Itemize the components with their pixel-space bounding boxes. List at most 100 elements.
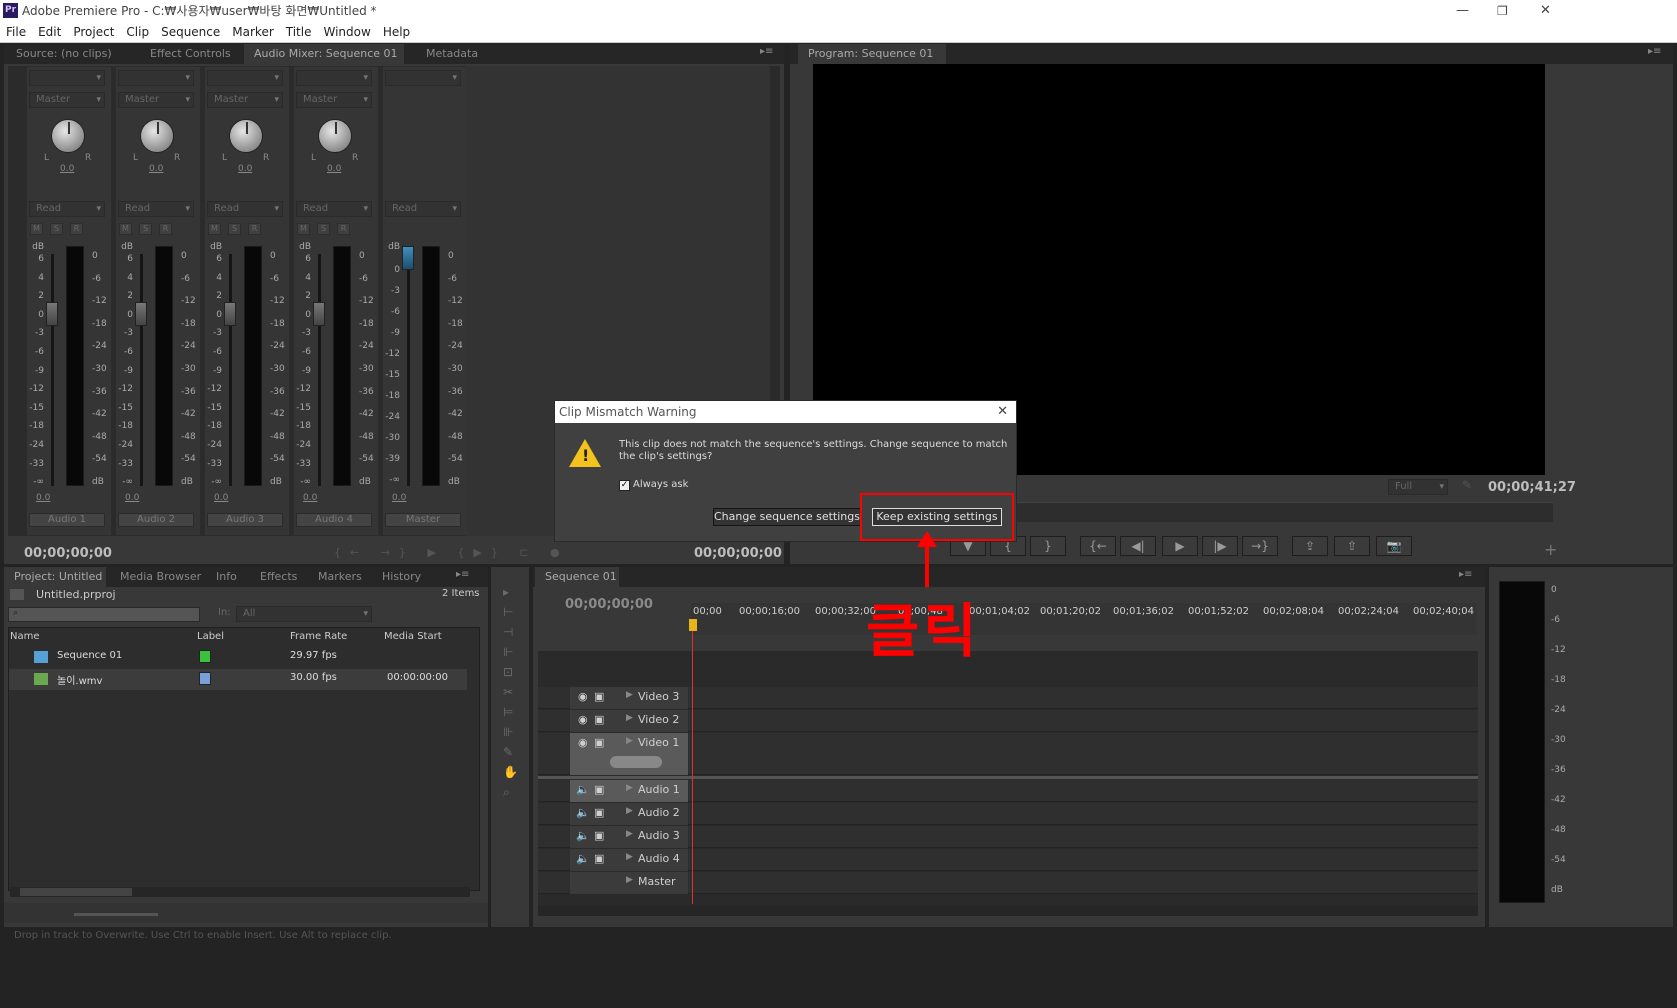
speaker-icon[interactable]: 🔈 (576, 806, 590, 819)
menu-help[interactable]: Help (383, 25, 410, 39)
volume-fader-handle[interactable] (224, 302, 236, 326)
tab-media-browser[interactable]: Media Browser (110, 567, 211, 587)
mute-button[interactable]: M (119, 223, 132, 235)
add-button-icon[interactable]: + (1544, 540, 1557, 559)
film-icon[interactable]: ▣ (594, 736, 604, 749)
eye-icon[interactable]: ◉ (578, 690, 588, 703)
menu-file[interactable]: File (6, 25, 26, 39)
tab-info[interactable]: Info (206, 567, 247, 587)
rate-stretch-tool-icon[interactable]: ⊡ (503, 665, 513, 679)
column-header-media-start[interactable]: Media Start (384, 631, 442, 642)
expand-track-icon[interactable]: ▶ (626, 806, 633, 816)
minimize-icon[interactable]: — (1456, 0, 1469, 22)
tab-program[interactable]: Program: Sequence 01 (798, 44, 946, 64)
automation-select[interactable]: Read (207, 201, 283, 217)
film-icon[interactable]: ▣ (594, 806, 604, 819)
speaker-icon[interactable]: 🔈 (576, 852, 590, 865)
tab-effects[interactable]: Effects (250, 567, 307, 587)
label-color-swatch[interactable] (199, 672, 211, 685)
pan-knob[interactable] (51, 119, 85, 153)
film-icon[interactable]: ▣ (594, 829, 604, 842)
mixer-transport-controls[interactable]: {← →} ▶ {▶} ⊏ ● (334, 546, 569, 559)
close-icon[interactable]: ✕ (1540, 0, 1551, 22)
pan-knob[interactable] (140, 119, 174, 153)
track-select-tool-icon[interactable]: ⊢ (503, 605, 513, 619)
always-ask-checkbox[interactable]: ✓ (619, 480, 630, 491)
expand-track-icon[interactable]: ▶ (626, 736, 633, 746)
send-select[interactable]: Master (118, 92, 194, 108)
program-zoom-select[interactable]: Full (1388, 479, 1448, 495)
pen-tool-icon[interactable]: ✎ (503, 745, 513, 759)
solo-button[interactable]: S (228, 223, 241, 235)
pan-knob[interactable] (318, 119, 352, 153)
panel-menu-icon[interactable]: ▸≡ (456, 569, 469, 580)
extract-button[interactable]: ⇧ (1334, 536, 1370, 556)
dialog-close-icon[interactable]: ✕ (997, 401, 1008, 423)
menu-project[interactable]: Project (73, 25, 114, 39)
panel-menu-icon[interactable]: ▸≡ (1459, 569, 1472, 580)
mute-button[interactable]: M (30, 223, 43, 235)
track-input-select[interactable] (29, 70, 105, 86)
track-input-select[interactable] (207, 70, 283, 86)
pan-knob[interactable] (229, 119, 263, 153)
column-header-frame-rate[interactable]: Frame Rate (290, 631, 347, 642)
go-to-out-button[interactable]: →} (1242, 536, 1278, 556)
volume-value[interactable]: 0.0 (392, 493, 406, 503)
mute-button[interactable]: M (208, 223, 221, 235)
pan-value[interactable]: 0.0 (327, 164, 341, 174)
panel-menu-icon[interactable]: ▸≡ (1648, 46, 1661, 57)
solo-button[interactable]: S (317, 223, 330, 235)
video-track-row[interactable]: ◉ ▣ ▶ Video 3 (538, 687, 1478, 709)
automation-select[interactable]: Read (118, 201, 194, 217)
zoom-tool-icon[interactable]: ⌕ (503, 785, 510, 800)
change-sequence-settings-button[interactable]: Change sequence settings (713, 508, 861, 526)
volume-value[interactable]: 0.0 (125, 493, 139, 503)
video-track-row[interactable]: ◉ ▣ ▶ Video 2 (538, 710, 1478, 732)
audio-track-row[interactable]: 🔈 ▣ ▶ Audio 1 (538, 780, 1478, 802)
audio-track-row[interactable]: 🔈 ▣ ▶ Audio 3 (538, 826, 1478, 848)
volume-fader-handle[interactable] (46, 302, 58, 326)
pan-value[interactable]: 0.0 (60, 164, 74, 174)
video-audio-divider[interactable] (538, 776, 1478, 779)
in-filter-select[interactable]: All (236, 606, 372, 622)
send-select[interactable]: Master (207, 92, 283, 108)
solo-button[interactable]: S (50, 223, 63, 235)
volume-fader-handle[interactable] (402, 246, 414, 270)
tab-history[interactable]: History (372, 567, 431, 587)
selection-tool-icon[interactable]: ▸ (503, 585, 509, 599)
menu-window[interactable]: Window (323, 25, 370, 39)
wrench-icon[interactable]: ✎ (1462, 478, 1472, 492)
hand-tool-icon[interactable]: ✋ (503, 765, 518, 779)
ripple-edit-tool-icon[interactable]: ⊣ (503, 625, 513, 639)
project-scrollbar-horizontal[interactable] (10, 887, 470, 897)
film-icon[interactable]: ▣ (594, 852, 604, 865)
slide-tool-icon[interactable]: ⊪ (503, 725, 513, 739)
playhead-line[interactable] (692, 622, 693, 904)
playhead-marker[interactable] (689, 619, 697, 631)
volume-fader-track[interactable] (229, 254, 232, 486)
column-header-label[interactable]: Label (197, 631, 224, 642)
pan-value[interactable]: 0.0 (238, 164, 252, 174)
film-icon[interactable]: ▣ (594, 713, 604, 726)
mark-out-button[interactable]: } (1030, 536, 1066, 556)
volume-value[interactable]: 0.0 (36, 493, 50, 503)
film-icon[interactable]: ▣ (594, 690, 604, 703)
timeline-scrollbar[interactable] (538, 906, 1478, 916)
eye-icon[interactable]: ◉ (578, 736, 588, 749)
record-button[interactable]: R (337, 223, 350, 235)
expand-track-icon[interactable]: ▶ (626, 690, 633, 700)
automation-select[interactable]: Read (296, 201, 372, 217)
column-header-name[interactable]: Name (10, 631, 40, 642)
project-search-input[interactable]: ⌕ (8, 607, 200, 622)
tab-project[interactable]: Project: Untitled (4, 567, 106, 587)
volume-fader-track[interactable] (51, 254, 54, 486)
razor-tool-icon[interactable]: ✂ (503, 685, 513, 699)
export-frame-button[interactable]: 📷 (1376, 536, 1412, 556)
step-forward-button[interactable]: |▶ (1202, 536, 1238, 556)
restore-icon[interactable]: ❐ (1497, 0, 1508, 22)
film-icon[interactable]: ▣ (594, 783, 604, 796)
expand-track-icon[interactable]: ▶ (626, 829, 633, 839)
step-back-button[interactable]: ◀| (1120, 536, 1156, 556)
send-select[interactable]: Master (296, 92, 372, 108)
tab-effect-controls[interactable]: Effect Controls (140, 44, 241, 64)
